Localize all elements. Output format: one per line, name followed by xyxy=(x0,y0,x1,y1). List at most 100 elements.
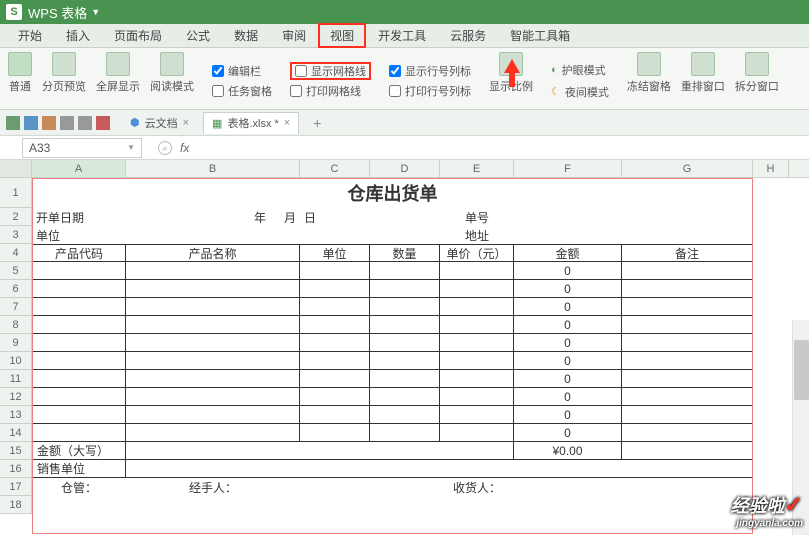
cell[interactable] xyxy=(370,334,440,352)
freeze-panes-button[interactable]: 冻结窗格 xyxy=(627,52,671,109)
tab-cloud-docs[interactable]: ⬢ 云文档 × xyxy=(122,112,197,134)
cell[interactable] xyxy=(300,478,370,496)
cell[interactable]: 收货人： xyxy=(440,478,514,496)
th-amount[interactable]: 金额 xyxy=(514,244,622,262)
col-header-A[interactable]: A xyxy=(32,160,126,177)
row-header[interactable]: 10 xyxy=(0,352,32,370)
cell[interactable] xyxy=(622,442,753,460)
cell[interactable] xyxy=(126,226,300,244)
cell[interactable] xyxy=(300,262,370,280)
row-header[interactable]: 17 xyxy=(0,478,32,496)
cell[interactable] xyxy=(32,298,126,316)
cell[interactable]: 经手人： xyxy=(126,478,300,496)
cell[interactable] xyxy=(370,370,440,388)
menu-cloud[interactable]: 云服务 xyxy=(438,23,498,48)
cell-amount-cn[interactable]: 金额（大写） xyxy=(32,442,126,460)
cell[interactable] xyxy=(440,280,514,298)
row-header[interactable]: 15 xyxy=(0,442,32,460)
check-task-pane[interactable]: 任务窗格 xyxy=(212,82,272,100)
cell[interactable] xyxy=(126,316,300,334)
cell[interactable]: 仓管： xyxy=(32,478,126,496)
menu-formula[interactable]: 公式 xyxy=(174,23,222,48)
tab-new[interactable]: + xyxy=(305,112,329,134)
cell[interactable] xyxy=(622,424,753,442)
cell[interactable] xyxy=(300,298,370,316)
cell[interactable] xyxy=(370,316,440,334)
cell[interactable] xyxy=(514,478,622,496)
cell[interactable] xyxy=(126,388,300,406)
row-header[interactable]: 16 xyxy=(0,460,32,478)
cell[interactable] xyxy=(440,442,514,460)
cell[interactable] xyxy=(32,262,126,280)
cell[interactable] xyxy=(440,298,514,316)
cell[interactable] xyxy=(514,226,622,244)
th-code[interactable]: 产品代码 xyxy=(32,244,126,262)
cell[interactable] xyxy=(370,208,440,226)
th-price[interactable]: 单价（元） xyxy=(440,244,514,262)
cell[interactable] xyxy=(32,370,126,388)
view-full-button[interactable]: 全屏显示 xyxy=(96,52,140,109)
cell-amount[interactable]: 0 xyxy=(514,388,622,406)
menu-view[interactable]: 视图 xyxy=(318,23,366,48)
cell[interactable] xyxy=(300,316,370,334)
cell[interactable] xyxy=(622,334,753,352)
row-header[interactable]: 7 xyxy=(0,298,32,316)
col-header-G[interactable]: G xyxy=(622,160,753,177)
row-header[interactable]: 3 xyxy=(0,226,32,244)
cell[interactable] xyxy=(126,370,300,388)
cell[interactable] xyxy=(32,496,753,514)
cell[interactable] xyxy=(32,352,126,370)
cell[interactable] xyxy=(440,334,514,352)
cell[interactable] xyxy=(32,316,126,334)
cell[interactable] xyxy=(370,442,440,460)
check-print-headings[interactable]: 打印行号列标 xyxy=(389,82,471,100)
check-print-gridlines[interactable]: 打印网格线 xyxy=(290,82,371,100)
arrange-button[interactable]: 重排窗口 xyxy=(681,52,725,109)
view-normal-button[interactable]: 普通 xyxy=(8,52,32,109)
th-qty[interactable]: 数量 xyxy=(370,244,440,262)
check-show-gridlines[interactable]: 显示网格线 xyxy=(290,62,371,80)
cell[interactable] xyxy=(622,262,753,280)
view-read-button[interactable]: 阅读模式 xyxy=(150,52,194,109)
cell[interactable]: 地址 xyxy=(440,226,514,244)
cell[interactable] xyxy=(300,388,370,406)
cell[interactable] xyxy=(622,316,753,334)
cell[interactable] xyxy=(32,334,126,352)
select-all-corner[interactable] xyxy=(0,160,32,177)
menu-ai[interactable]: 智能工具箱 xyxy=(498,23,582,48)
cell[interactable] xyxy=(300,442,370,460)
cell-amount[interactable]: 0 xyxy=(514,352,622,370)
sheet-title[interactable]: 仓库出货单 xyxy=(32,178,753,208)
cell[interactable]: 日 xyxy=(300,208,370,226)
row-header[interactable]: 5 xyxy=(0,262,32,280)
cell[interactable]: 单位 xyxy=(32,226,126,244)
cell[interactable] xyxy=(622,208,753,226)
fx-label[interactable]: fx xyxy=(180,141,189,155)
cell[interactable] xyxy=(300,334,370,352)
qa-undo-icon[interactable] xyxy=(60,116,74,130)
cell[interactable] xyxy=(300,280,370,298)
th-name[interactable]: 产品名称 xyxy=(126,244,300,262)
cell[interactable] xyxy=(622,388,753,406)
cell-amount[interactable]: 0 xyxy=(514,298,622,316)
cell[interactable]: 单号 xyxy=(440,208,514,226)
cell[interactable] xyxy=(370,406,440,424)
menu-review[interactable]: 审阅 xyxy=(270,23,318,48)
cell-amount[interactable]: 0 xyxy=(514,316,622,334)
menu-start[interactable]: 开始 xyxy=(6,23,54,48)
cell[interactable] xyxy=(622,280,753,298)
cell-amount[interactable]: 0 xyxy=(514,370,622,388)
row-header[interactable]: 8 xyxy=(0,316,32,334)
eye-protect-button[interactable]: ◐护眼模式 xyxy=(551,61,609,79)
cell[interactable] xyxy=(300,406,370,424)
cell[interactable] xyxy=(126,442,300,460)
cell[interactable] xyxy=(440,316,514,334)
row-header[interactable]: 13 xyxy=(0,406,32,424)
cell-amount[interactable]: 0 xyxy=(514,280,622,298)
name-box[interactable]: A33 ▼ xyxy=(22,138,142,158)
cell[interactable] xyxy=(440,352,514,370)
app-dropdown-icon[interactable]: ▼ xyxy=(91,7,100,17)
search-icon[interactable]: ⌕ xyxy=(158,141,172,155)
cell[interactable] xyxy=(622,352,753,370)
cell-amount[interactable]: 0 xyxy=(514,334,622,352)
